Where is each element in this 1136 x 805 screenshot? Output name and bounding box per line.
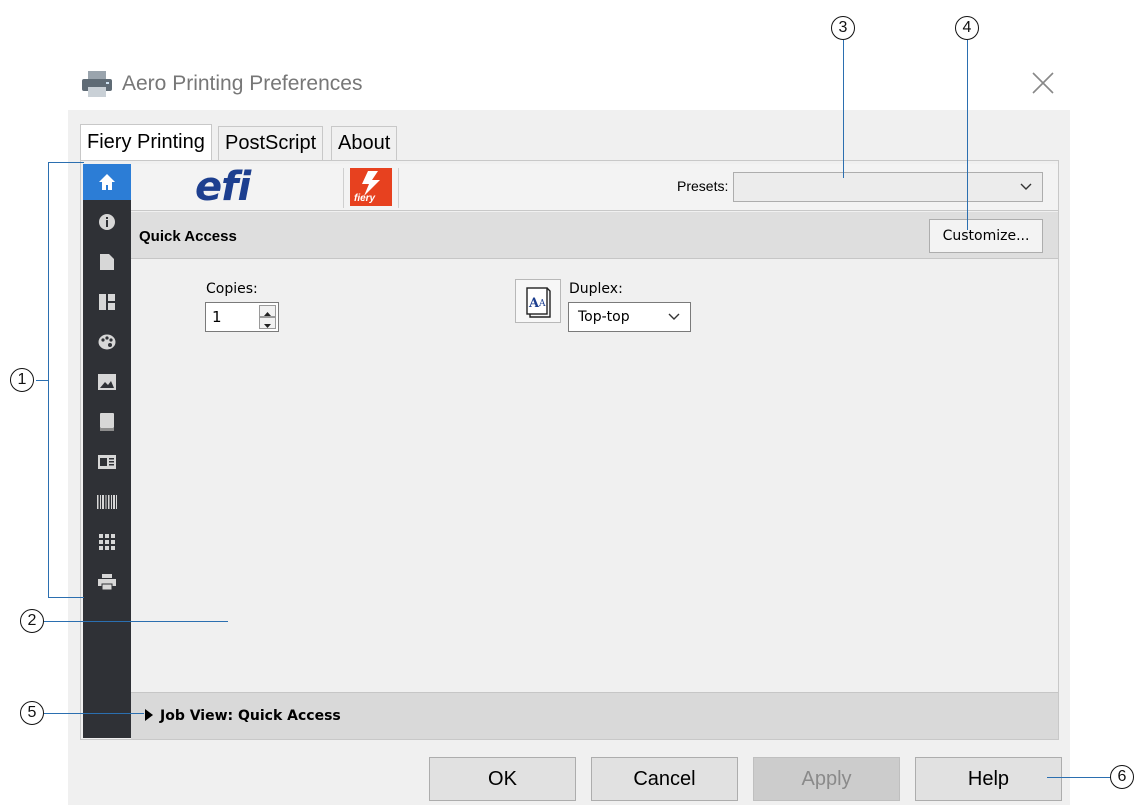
document-icon [100,254,114,270]
copies-increment[interactable] [259,305,276,317]
divider [343,168,344,208]
callout-3: 3 [831,16,855,40]
nav-image[interactable] [83,364,131,400]
nav-finishing[interactable] [83,404,131,440]
duplex-label: Duplex: [569,281,623,297]
fiery-logo-text: fiery [354,193,376,204]
svg-text:A: A [538,299,546,309]
apply-button[interactable]: Apply [753,757,900,801]
cancel-button[interactable]: Cancel [591,757,738,801]
window-title-bar: Aero Printing Preferences [80,66,362,102]
chevron-down-icon [668,313,680,320]
customize-button[interactable]: Customize... [929,219,1043,253]
callout-bracket [48,597,84,598]
divider [398,168,399,208]
callout-line [44,621,228,622]
sidebar-nav [83,164,131,738]
callout-line [843,40,844,178]
section-title: Quick Access [139,228,237,245]
tab-postscript[interactable]: PostScript [218,126,324,160]
nav-layout[interactable] [83,284,131,320]
callout-6: 6 [1110,765,1134,789]
callout-1: 1 [10,368,34,392]
fiery-logo: fiery [350,168,392,206]
job-view-label: Job View: Quick Access [160,708,341,724]
duplex-value: Top-top [578,309,630,325]
callout-5: 5 [20,701,44,725]
book-icon [100,413,114,431]
tab-fiery-printing[interactable]: Fiery Printing [80,124,212,160]
info-icon [99,214,115,230]
duplex-preview-icon: A A [515,279,561,323]
tab-about[interactable]: About [331,126,398,160]
window-title: Aero Printing Preferences [122,72,363,95]
nav-document[interactable] [83,244,131,280]
chevron-down-icon [1020,183,1032,190]
callout-2: 2 [20,609,44,633]
expand-arrow-icon[interactable] [145,709,153,721]
nav-printer[interactable] [83,564,131,600]
copies-decrement[interactable] [259,317,276,329]
copies-label: Copies: [206,281,258,297]
help-button[interactable]: Help [915,757,1062,801]
presets-label: Presets: [677,178,729,194]
nav-color[interactable] [83,324,131,360]
presets-dropdown[interactable] [733,172,1043,202]
nav-stamping[interactable] [83,444,131,480]
nav-vdp[interactable] [83,484,131,520]
close-icon[interactable] [1030,70,1056,96]
barcode-icon [97,495,117,509]
palette-icon [98,334,116,350]
ok-button[interactable]: OK [429,757,576,801]
efi-logo: efi [195,164,251,210]
callout-bracket [48,162,84,163]
copies-value: 1 [212,308,222,326]
callout-line [44,713,144,714]
callout-line [967,40,968,230]
printer-icon [82,71,112,97]
nav-info[interactable] [83,204,131,240]
callout-4: 4 [955,16,979,40]
home-icon [99,174,115,190]
nav-all-properties[interactable] [83,524,131,560]
quick-access-bar [131,212,1058,259]
callout-line [36,380,48,381]
image-icon [98,374,116,390]
printer-icon [98,574,116,590]
grid-icon [99,534,115,550]
arrow-down-icon [264,324,271,328]
layout-icon [99,294,115,310]
callout-bracket [48,162,49,598]
callout-line [1047,777,1111,778]
nav-home[interactable] [83,164,131,200]
stamp-icon [98,455,116,469]
